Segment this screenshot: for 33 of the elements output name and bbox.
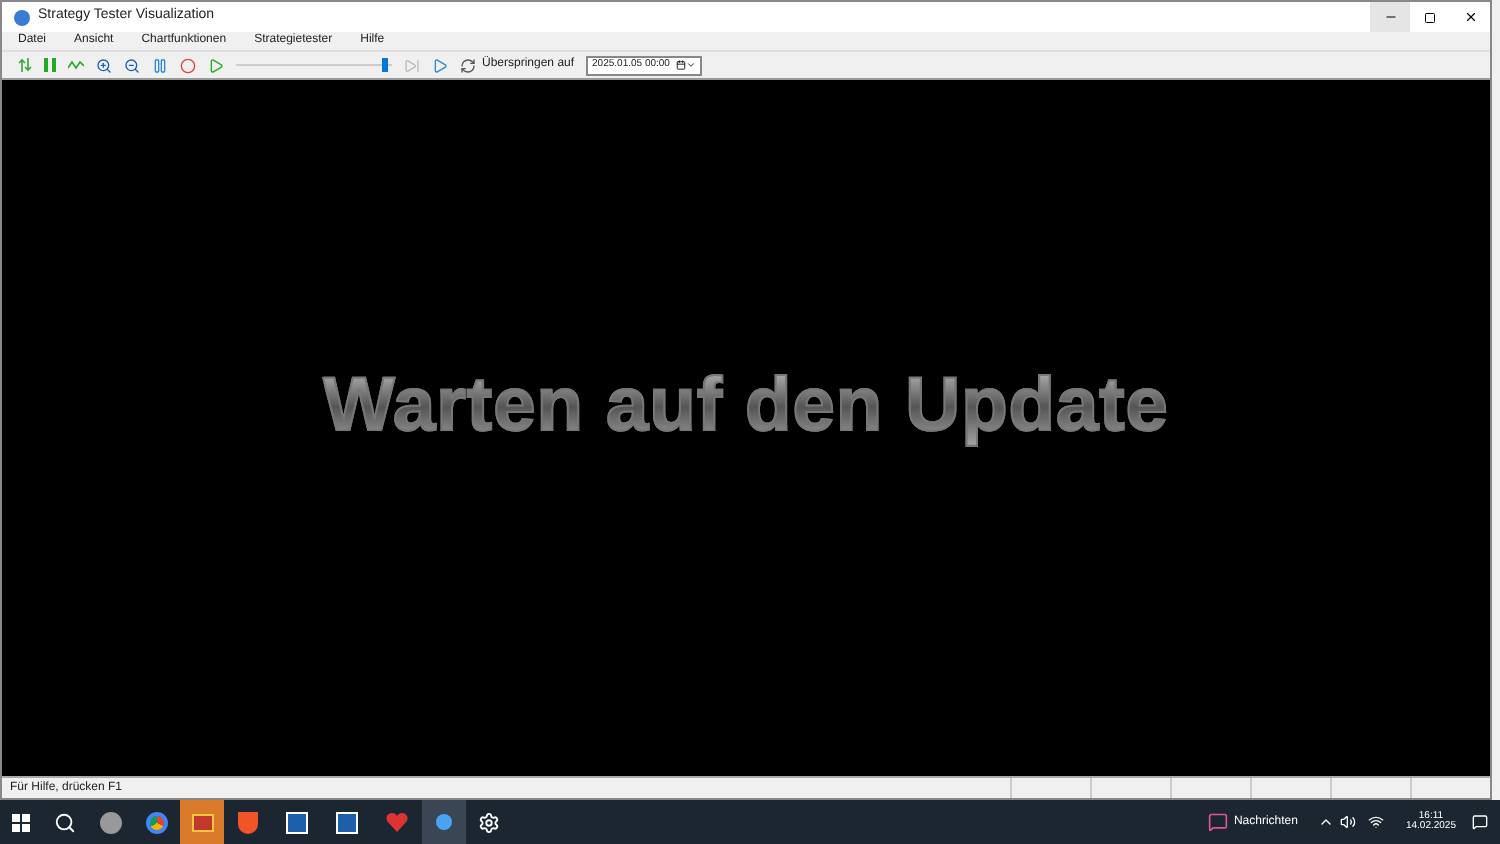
news-icon[interactable] [1207,812,1228,832]
zoom-out-icon[interactable] [124,57,140,73]
close-icon [1463,10,1477,24]
browser-icon[interactable] [146,811,168,833]
minimize-icon [1383,10,1397,24]
forward-icon[interactable] [432,57,448,73]
windows-icon[interactable] [12,813,30,831]
bars-icon[interactable] [44,58,56,72]
shield-icon[interactable] [238,811,258,833]
active-app-tile[interactable] [422,800,466,844]
speed-slider[interactable] [236,58,392,72]
slider-thumb[interactable] [381,58,388,72]
heart-icon[interactable] [386,812,408,832]
calendar-icon[interactable] [676,60,687,70]
pause-icon[interactable] [152,57,168,73]
stop-icon[interactable] [180,57,196,73]
app-tile-icon[interactable] [180,800,224,844]
network-icon[interactable] [1367,814,1384,830]
maximize-icon [1424,11,1436,23]
play-icon[interactable] [208,57,224,73]
volume-icon[interactable] [1339,814,1356,830]
zoom-in-icon[interactable] [96,57,112,73]
app-icon [14,9,30,25]
arrows-icon[interactable] [18,58,32,72]
terminal-icon[interactable] [286,811,308,833]
line-chart-icon[interactable] [68,60,84,70]
settings-icon[interactable] [478,811,500,833]
tray-chevron-icon[interactable] [1317,814,1334,830]
search-icon[interactable] [54,811,76,833]
notification-icon[interactable] [1472,814,1488,830]
terminal-icon[interactable] [336,811,358,833]
dropdown-icon[interactable] [686,60,697,70]
jump-icon[interactable] [460,57,476,73]
